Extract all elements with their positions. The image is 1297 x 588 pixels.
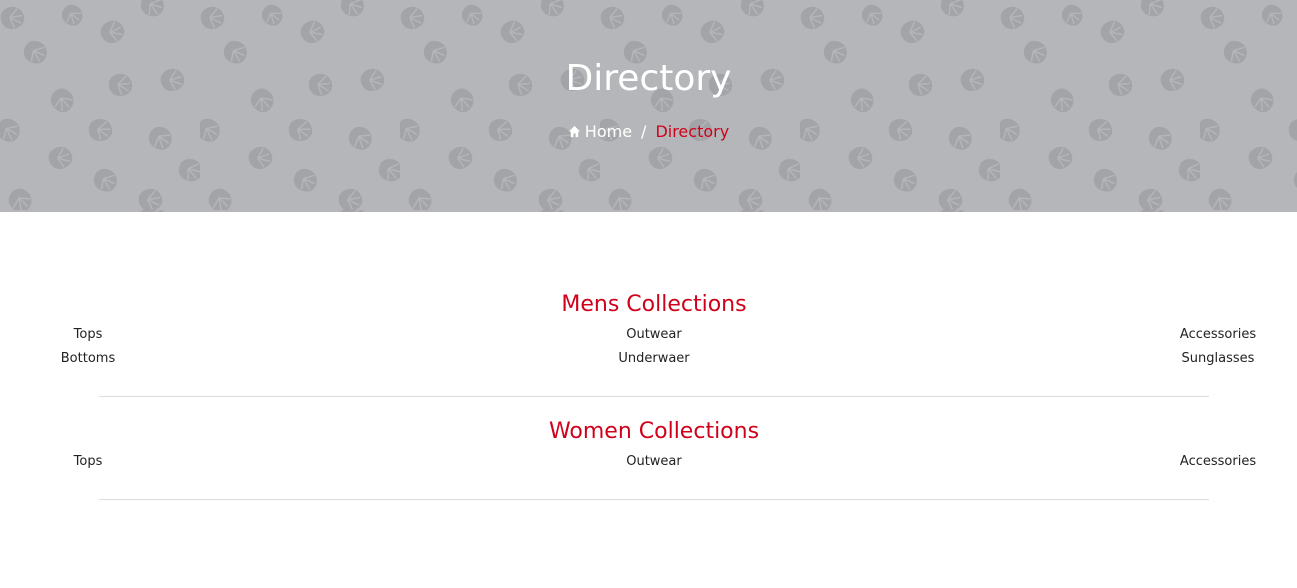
- women-link-outwear[interactable]: Outwear: [469, 452, 839, 472]
- page-title: Directory: [565, 58, 732, 99]
- breadcrumb-home-link[interactable]: Home: [568, 121, 632, 143]
- mens-link-bottoms[interactable]: Bottoms: [0, 349, 273, 369]
- mens-link-sunglasses[interactable]: Sunglasses: [1033, 349, 1297, 369]
- mens-link-underwaer[interactable]: Underwaer: [469, 349, 839, 369]
- breadcrumb-separator: /: [641, 122, 647, 141]
- page-header-banner: Directory Home / Directory: [0, 0, 1297, 212]
- home-icon: [568, 125, 580, 138]
- women-link-tops[interactable]: Tops: [0, 452, 273, 472]
- section-title-mens: Mens Collections: [561, 292, 747, 317]
- mens-link-accessories[interactable]: Accessories: [1033, 325, 1297, 345]
- directory-content: Mens Collections Tops Outwear Accessorie…: [61, 212, 1256, 500]
- mens-link-tops[interactable]: Tops: [0, 325, 273, 345]
- breadcrumb: Home / Directory: [0, 121, 1297, 143]
- mens-link-outwear[interactable]: Outwear: [469, 325, 839, 345]
- breadcrumb-current: Directory: [655, 122, 730, 141]
- breadcrumb-home-label: Home: [584, 122, 633, 141]
- monstera-leaf-pattern: [0, 0, 1297, 212]
- women-collection-links: Tops Outwear Accessories: [74, 452, 1256, 472]
- mens-collection-links: Tops Outwear Accessories Bottoms Underwa…: [61, 325, 1256, 369]
- section-title-women: Women Collections: [548, 419, 760, 444]
- mens-collections-section: Mens Collections Tops Outwear Accessorie…: [61, 212, 1256, 397]
- women-collections-section: Women Collections Tops Outwear Accessori…: [74, 397, 1256, 500]
- women-link-accessories[interactable]: Accessories: [1033, 452, 1297, 472]
